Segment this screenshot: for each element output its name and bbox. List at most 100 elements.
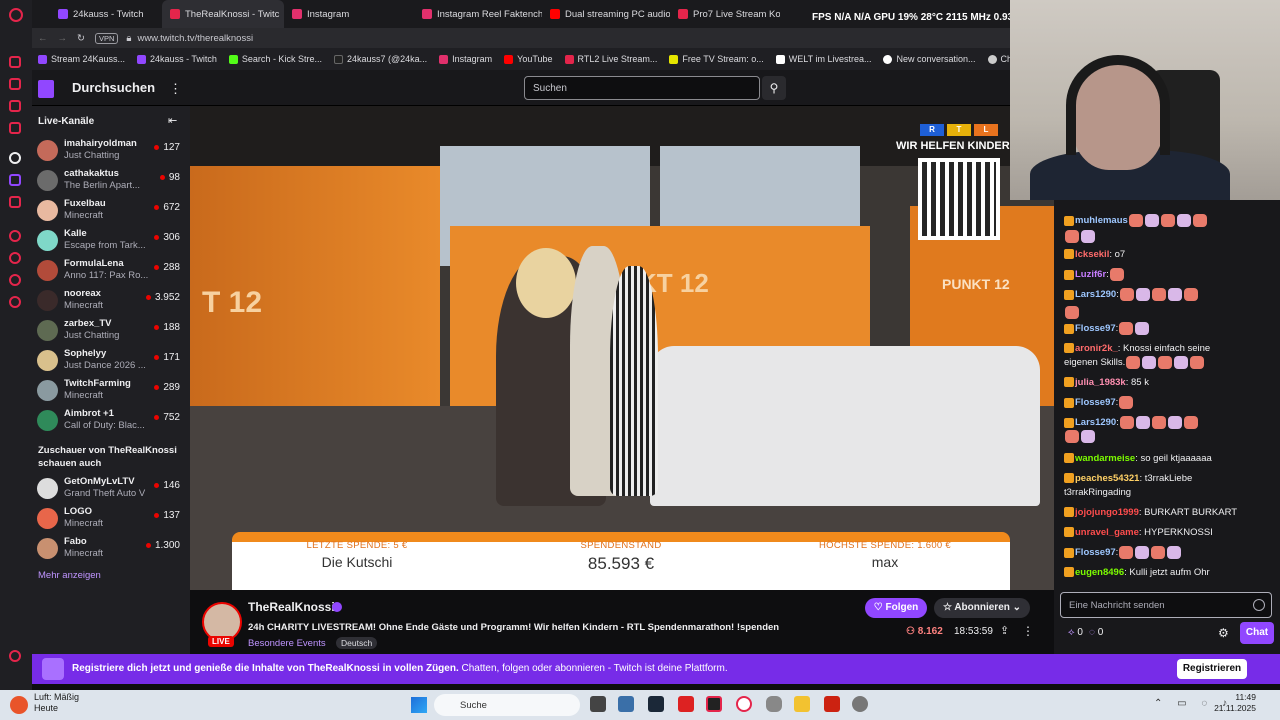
chat-username[interactable]: eugen8496 <box>1075 567 1124 578</box>
back-icon[interactable]: ← <box>38 33 48 44</box>
taskbar-search[interactable]: Suche <box>434 694 580 716</box>
player-icon[interactable] <box>9 230 21 242</box>
extensions-icon[interactable] <box>9 274 21 286</box>
app-icon[interactable] <box>824 696 840 712</box>
chat-username[interactable]: aronir2k_ <box>1075 343 1118 354</box>
opera-logo-icon[interactable] <box>9 8 23 22</box>
app-icon[interactable] <box>706 696 722 712</box>
more-menu-icon[interactable]: ⋮ <box>169 81 182 97</box>
video-player[interactable]: T 12 KT 12 PUNKT 12 R T L WIR HELFEN KIN… <box>190 106 1054 590</box>
sidebar-channel[interactable]: Fabo Minecraft 1.300 <box>32 534 190 564</box>
start-icon[interactable] <box>411 697 427 713</box>
gx-icon[interactable] <box>9 650 21 662</box>
chat-username[interactable]: Luzif6r <box>1075 269 1106 280</box>
task-view-icon[interactable] <box>590 696 606 712</box>
chat-username[interactable]: lcksekil <box>1075 249 1109 260</box>
chat-username[interactable]: Lars1290 <box>1075 289 1116 300</box>
chat-username[interactable]: Flosse97 <box>1075 547 1116 558</box>
opera-icon[interactable] <box>736 696 752 712</box>
search-input[interactable]: Suchen <box>524 76 760 100</box>
chat-username[interactable]: Flosse97 <box>1075 397 1116 408</box>
follow-button[interactable]: ♡ Folgen <box>865 598 927 618</box>
folder-icon[interactable] <box>794 696 810 712</box>
sidebar-channel[interactable]: imahairyoldman Just Chatting 127 <box>32 136 190 166</box>
sidebar-channel[interactable]: Kalle Escape from Tark... 306 <box>32 226 190 256</box>
chat-username[interactable]: Lars1290 <box>1075 417 1116 428</box>
tab[interactable]: 24kauss - Twitch <box>50 0 162 28</box>
streamer-name[interactable]: TheRealKnossi <box>248 600 335 614</box>
browse-link[interactable]: Durchsuchen <box>72 80 155 95</box>
sidebar-channel[interactable]: FormulaLena Anno 117: Pax Ro... 288 <box>32 256 190 286</box>
show-more-link[interactable]: Mehr anzeigen <box>38 570 101 581</box>
sidebar-channel[interactable]: GetOnMyLvLTV Grand Theft Auto V 146 <box>32 474 190 504</box>
bookmark[interactable]: 24kauss - Twitch <box>137 54 217 64</box>
chat-username[interactable]: Flosse97 <box>1075 323 1116 334</box>
search-icon[interactable]: ⚲ <box>762 76 786 100</box>
tab[interactable]: Dual streaming PC audio <box>542 0 670 28</box>
tab[interactable]: Pro7 Live Stream Kosten <box>670 0 780 28</box>
forward-icon[interactable]: → <box>58 33 68 44</box>
send-icon[interactable] <box>9 56 21 68</box>
url-field[interactable]: www.twitch.tv/therealknossi <box>137 33 253 44</box>
sidebar-channel[interactable]: TwitchFarming Minecraft 289 <box>32 376 190 406</box>
chat-settings-icon[interactable]: ⚙ <box>1218 626 1229 640</box>
history-icon[interactable] <box>9 78 21 90</box>
files-app-icon[interactable] <box>618 696 634 712</box>
stream-category[interactable]: Besondere Events <box>248 638 326 649</box>
bookmark[interactable]: 24kauss7 (@24ka... <box>333 54 427 64</box>
sidebar-channel[interactable]: zarbex_TV Just Chatting 188 <box>32 316 190 346</box>
sidebar-channel[interactable]: cathakaktus The Berlin Apart... 98 <box>32 166 190 196</box>
sidebar-channel[interactable]: nooreax Minecraft 3.952 <box>32 286 190 316</box>
bookmark-icon[interactable] <box>9 100 21 112</box>
bookmark[interactable]: New conversation... <box>883 54 976 64</box>
clock-icon[interactable] <box>9 252 21 264</box>
viewer-count-value: 8.162 <box>917 626 943 637</box>
weather-icon[interactable] <box>10 696 28 714</box>
tab-active[interactable]: TheRealKnossi - Twitc <box>162 0 284 28</box>
mouse-app-icon[interactable] <box>766 696 782 712</box>
sidebar-channel[interactable]: Aimbrot +1 Call of Duty: Blac... 752 <box>32 406 190 436</box>
bookmark[interactable]: RTL2 Live Stream... <box>564 54 657 64</box>
chat-username[interactable]: muhlemaus <box>1075 215 1128 226</box>
settings-icon[interactable] <box>9 296 21 308</box>
bookmark[interactable]: YouTube <box>504 54 553 64</box>
twitch-logo-icon[interactable] <box>38 80 54 98</box>
chat-username[interactable]: unravel_game <box>1075 527 1139 538</box>
channel-points[interactable]: ⟡ 0 ◌ 0 <box>1068 627 1103 638</box>
sidebar-channel[interactable]: LOGO Minecraft 137 <box>32 504 190 534</box>
chat-username[interactable]: jojojungo1999 <box>1075 507 1139 518</box>
steam-icon[interactable] <box>648 696 664 712</box>
twitch-app-icon[interactable] <box>9 174 21 186</box>
bookmark[interactable]: Instagram <box>439 54 492 64</box>
chat-send-button[interactable]: Chat <box>1240 622 1274 644</box>
bookmark[interactable]: Free TV Stream: o... <box>669 54 764 64</box>
emoji-icon[interactable] <box>1253 599 1265 611</box>
bookmark[interactable]: ChatGPT <box>987 54 1012 64</box>
collapse-sidebar-icon[interactable]: ⇤ <box>168 114 177 127</box>
subscribe-button[interactable]: ☆ Abonnieren ⌄ <box>934 598 1030 618</box>
tab[interactable]: Instagram <box>284 0 414 28</box>
weather-widget[interactable]: Luft: Mäßig Heute <box>34 692 79 714</box>
chat-username[interactable]: peaches54321 <box>1075 473 1139 484</box>
app-icon[interactable] <box>678 696 694 712</box>
language-tag[interactable]: Deutsch <box>336 637 378 649</box>
bookmark[interactable]: Search - Kick Stre... <box>228 54 322 64</box>
tab[interactable]: Instagram Reel Faktenche <box>414 0 542 28</box>
bookmark[interactable]: WELT im Livestrea... <box>775 54 871 64</box>
vpn-badge[interactable]: VPN <box>94 32 119 44</box>
clock[interactable]: 11:49 21.11.2025 <box>1206 692 1256 714</box>
register-button[interactable]: Registrieren <box>1177 659 1247 679</box>
share-icon[interactable]: ⇪ <box>1000 624 1009 637</box>
chat-username[interactable]: wandarmeise <box>1075 453 1135 464</box>
notes-icon[interactable] <box>9 122 21 134</box>
bookmark[interactable]: Stream 24Kauss... <box>38 54 125 64</box>
sidebar-channel[interactable]: Sophelyy Just Dance 2026 ... 171 <box>32 346 190 376</box>
chat-input[interactable]: Eine Nachricht senden <box>1060 592 1272 618</box>
aria-icon[interactable] <box>9 152 21 164</box>
more-options-icon[interactable]: ⋮ <box>1022 624 1034 638</box>
chat-username[interactable]: julia_1983k <box>1075 377 1126 388</box>
settings-app-icon[interactable] <box>852 696 868 712</box>
reload-icon[interactable]: ↻ <box>77 33 85 44</box>
youtube-app-icon[interactable] <box>9 196 21 208</box>
sidebar-channel[interactable]: Fuxelbau Minecraft 672 <box>32 196 190 226</box>
